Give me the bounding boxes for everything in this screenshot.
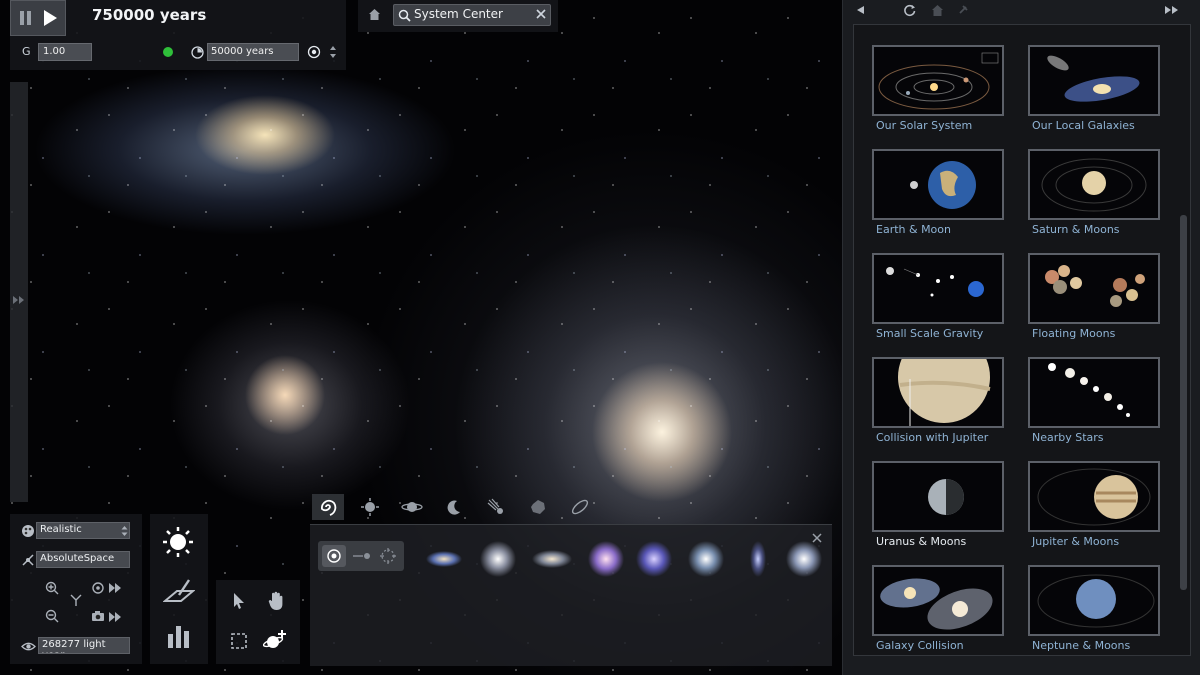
velocity-place-icon[interactable] xyxy=(350,545,374,567)
scenario-label: Uranus & Moons xyxy=(876,535,967,548)
view-distance-value: 268277 light year xyxy=(42,639,106,653)
scenario-label: Neptune & Moons xyxy=(1032,639,1131,652)
scenario-label: Floating Moons xyxy=(1032,327,1116,340)
display-tools-panel xyxy=(150,514,208,664)
center-view-icon[interactable] xyxy=(68,592,84,608)
gravity-input[interactable]: 1.00 xyxy=(38,43,92,61)
galaxy-preset-icon[interactable] xyxy=(738,539,778,579)
cursor-icon[interactable] xyxy=(228,590,250,612)
collapse-right-icon[interactable] xyxy=(1163,3,1181,17)
orbit-place-icon[interactable] xyxy=(322,545,346,567)
scenario-label: Our Solar System xyxy=(876,119,973,132)
galaxy-preset-icon[interactable] xyxy=(634,539,674,579)
scenario-label: Collision with Jupiter xyxy=(876,431,989,444)
thumbnail xyxy=(872,45,1004,116)
galaxy-preset-icon[interactable] xyxy=(686,539,726,579)
thumbnail xyxy=(1028,357,1160,428)
scenario-label: Nearby Stars xyxy=(1032,431,1104,444)
pin-icon[interactable] xyxy=(955,2,971,18)
reference-frame-value: AbsoluteSpace xyxy=(40,553,115,564)
target-icon[interactable] xyxy=(306,44,322,60)
view-settings-panel: Realistic AbsoluteSpace 268277 light yea… xyxy=(10,514,142,664)
static-place-icon[interactable] xyxy=(376,545,400,567)
thumbnail xyxy=(872,149,1004,220)
scenario-label: Small Scale Gravity xyxy=(876,327,984,340)
play-icon[interactable] xyxy=(39,6,61,30)
fast-forward-icon[interactable] xyxy=(108,582,122,594)
zoom-in-icon[interactable] xyxy=(44,580,60,596)
playback-control xyxy=(10,0,66,36)
hand-icon[interactable] xyxy=(264,590,288,612)
galaxy-category-icon[interactable] xyxy=(312,494,344,520)
side-drawer-handle[interactable] xyxy=(10,82,28,502)
scenario-label: Jupiter & Moons xyxy=(1032,535,1120,548)
galaxy-preset-icon[interactable] xyxy=(478,539,518,579)
thumbnail xyxy=(1028,45,1160,116)
scenario-label: Galaxy Collision xyxy=(876,639,964,652)
refresh-icon[interactable] xyxy=(901,2,917,18)
timer-icon xyxy=(190,45,204,59)
scenario-browser: Our Solar System Our Local Galaxies Eart… xyxy=(842,0,1200,675)
home-icon[interactable] xyxy=(366,6,382,22)
galaxy-preset-icon[interactable] xyxy=(586,539,626,579)
render-mode-select[interactable]: Realistic xyxy=(36,522,130,539)
fast-forward-icon[interactable] xyxy=(108,611,122,623)
star-category-icon[interactable] xyxy=(354,494,386,520)
thumbnail xyxy=(1028,461,1160,532)
back-icon[interactable] xyxy=(853,3,867,17)
palette-icon xyxy=(20,523,36,539)
home-icon[interactable] xyxy=(929,2,945,18)
add-body-icon[interactable] xyxy=(262,626,290,654)
pause-icon[interactable] xyxy=(17,7,35,29)
interaction-tools-panel xyxy=(216,580,300,664)
spinner-arrows-icon[interactable] xyxy=(327,44,339,60)
grid-plane-icon[interactable] xyxy=(162,576,196,606)
eye-icon xyxy=(20,639,36,653)
sun-icon[interactable] xyxy=(160,524,196,560)
chevron-updown-icon xyxy=(120,524,128,538)
scenario-label: Saturn & Moons xyxy=(1032,223,1120,236)
gravity-label: G xyxy=(22,45,31,58)
thumbnail xyxy=(872,565,1004,636)
search-input[interactable]: System Center xyxy=(414,7,503,21)
comet-category-icon[interactable] xyxy=(480,494,512,520)
asteroid-category-icon[interactable] xyxy=(522,494,554,520)
thumbnail xyxy=(1028,565,1160,636)
close-icon[interactable] xyxy=(534,7,548,21)
object-palette-tray xyxy=(310,524,832,666)
reference-frame-select[interactable]: AbsoluteSpace xyxy=(36,551,130,568)
elapsed-time: 750000 years xyxy=(92,6,207,24)
galaxy-preset-icon[interactable] xyxy=(424,539,464,579)
ring-category-icon[interactable] xyxy=(564,494,596,520)
thumbnail xyxy=(872,461,1004,532)
thumbnail xyxy=(1028,253,1160,324)
object-category-tabs xyxy=(310,494,610,522)
render-mode-value: Realistic xyxy=(40,524,82,535)
galaxy-preset-icon[interactable] xyxy=(784,539,824,579)
view-distance-field[interactable]: 268277 light year xyxy=(38,637,130,654)
reference-frame-icon xyxy=(20,552,36,568)
scenario-label: Our Local Galaxies xyxy=(1032,119,1135,132)
thumbnail xyxy=(872,253,1004,324)
focus-icon[interactable] xyxy=(90,580,106,596)
expand-right-icon[interactable] xyxy=(11,294,27,306)
camera-icon[interactable] xyxy=(90,608,106,624)
time-step-input[interactable]: 50000 years xyxy=(207,43,299,61)
zoom-out-icon[interactable] xyxy=(44,608,60,624)
bar-chart-icon[interactable] xyxy=(162,620,196,652)
status-indicator-icon xyxy=(162,46,174,58)
planet-category-icon[interactable] xyxy=(396,494,428,520)
moon-category-icon[interactable] xyxy=(438,494,470,520)
scenario-label: Earth & Moon xyxy=(876,223,951,236)
thumbnail xyxy=(1028,149,1160,220)
scenario-grid: Our Solar System Our Local Galaxies Eart… xyxy=(853,24,1191,656)
galaxy-preset-icon[interactable] xyxy=(532,539,572,579)
scrollbar[interactable] xyxy=(1180,215,1187,590)
thumbnail xyxy=(872,357,1004,428)
selection-box-icon[interactable] xyxy=(228,630,250,652)
search-icon xyxy=(397,8,411,22)
